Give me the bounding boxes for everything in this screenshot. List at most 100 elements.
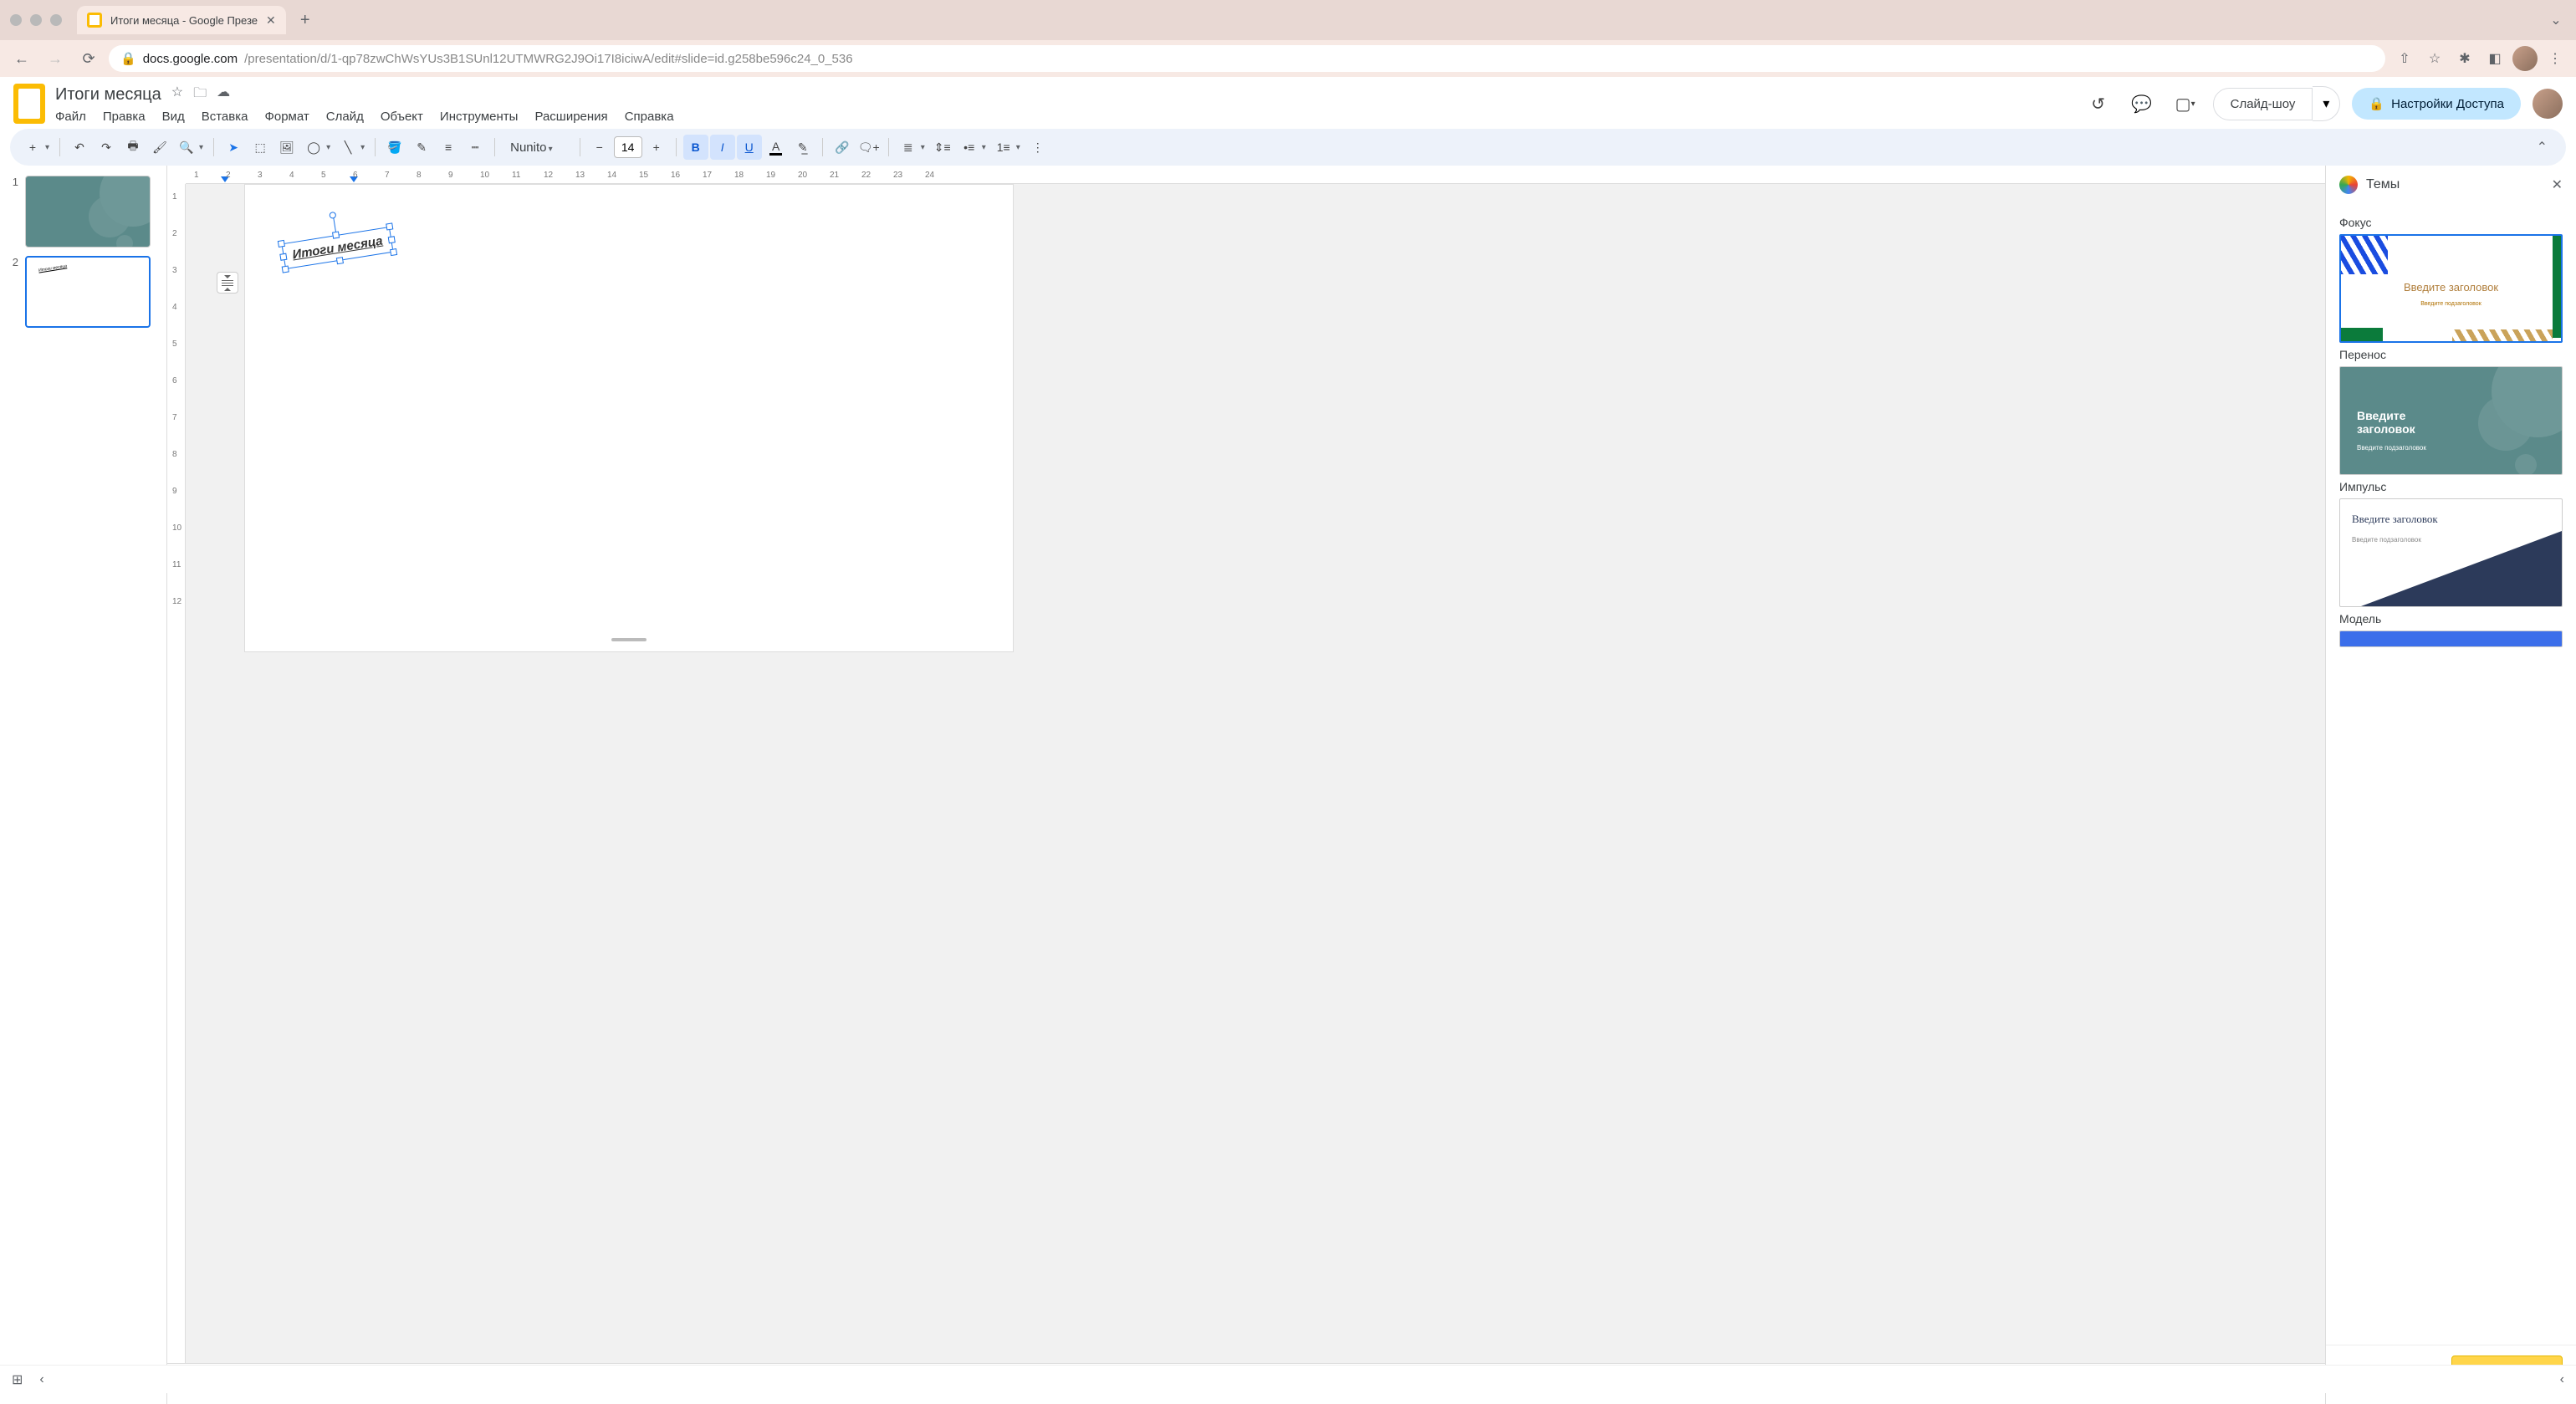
rotate-handle[interactable] — [329, 212, 336, 219]
new-tab-button[interactable]: + — [293, 8, 318, 33]
share-page-icon[interactable]: ⇧ — [2392, 46, 2417, 71]
profile-avatar[interactable] — [2512, 46, 2538, 71]
menu-slide[interactable]: Слайд — [326, 110, 364, 124]
slide-canvas[interactable]: Итоги месяца — [244, 184, 1014, 652]
menu-format[interactable]: Формат — [264, 110, 309, 124]
star-icon[interactable]: ☆ — [171, 84, 183, 106]
maximize-window-icon[interactable] — [50, 14, 62, 26]
cloud-status-icon[interactable]: ☁ — [217, 84, 230, 106]
slide-thumbnail-1[interactable] — [25, 176, 151, 248]
line-dropdown[interactable]: ▾ — [360, 143, 368, 152]
underline-button[interactable]: U — [737, 135, 762, 160]
zoom-dropdown[interactable]: ▾ — [199, 143, 207, 152]
paint-format-button[interactable]: 🖌 — [147, 135, 172, 160]
chrome-menu-icon[interactable]: ⋮ — [2543, 46, 2568, 71]
menu-object[interactable]: Объект — [381, 110, 423, 124]
insert-comment-button[interactable]: 🗨+ — [856, 135, 882, 160]
history-icon[interactable]: ↺ — [2083, 88, 2114, 120]
margin-tool-icon[interactable] — [217, 272, 238, 294]
select-tool[interactable]: ➤ — [221, 135, 246, 160]
textbox-tool[interactable]: ⬚ — [248, 135, 273, 160]
menu-extensions[interactable]: Расширения — [534, 110, 607, 124]
close-themes-icon[interactable]: ✕ — [2552, 176, 2563, 193]
theme-card-perenos[interactable]: Введите заголовок Введите подзаголовок — [2339, 366, 2563, 475]
bulleted-dropdown[interactable]: ▾ — [982, 143, 989, 152]
minimize-window-icon[interactable] — [30, 14, 42, 26]
menu-help[interactable]: Справка — [625, 110, 674, 124]
resize-handle-nw[interactable] — [278, 240, 285, 248]
increase-font-button[interactable]: + — [644, 135, 669, 160]
resize-handle-ne[interactable] — [386, 222, 393, 230]
menu-file[interactable]: Файл — [55, 110, 86, 124]
highlight-button[interactable]: ✎̲ — [790, 135, 815, 160]
numbered-list-button[interactable]: 1≡ — [991, 135, 1016, 160]
line-spacing-button[interactable]: ⇕≡ — [930, 135, 955, 160]
zoom-button[interactable]: 🔍 — [174, 135, 199, 160]
resize-handle-e[interactable] — [388, 236, 396, 243]
tabs-overflow-icon[interactable]: ⌄ — [2546, 10, 2566, 30]
menu-tools[interactable]: Инструменты — [440, 110, 519, 124]
close-window-icon[interactable] — [10, 14, 22, 26]
numbered-dropdown[interactable]: ▾ — [1016, 143, 1024, 152]
bulleted-list-button[interactable]: •≡ — [957, 135, 982, 160]
image-tool[interactable]: 🖼 — [274, 135, 299, 160]
slideshow-dropdown[interactable]: ▾ — [2313, 86, 2340, 121]
resize-handle-sw[interactable] — [282, 265, 289, 273]
menu-view[interactable]: Вид — [162, 110, 185, 124]
window-controls[interactable] — [10, 14, 77, 26]
menu-edit[interactable]: Правка — [103, 110, 146, 124]
text-color-button[interactable]: A — [764, 135, 789, 160]
font-family-select[interactable]: Nunito ▾ — [502, 140, 573, 155]
extensions-icon[interactable]: ✱ — [2452, 46, 2477, 71]
slide-resize-grip[interactable] — [611, 638, 647, 641]
slide-thumbnail-2[interactable]: Итоги месяца — [25, 256, 151, 328]
bookmark-icon[interactable]: ☆ — [2422, 46, 2447, 71]
resize-handle-se[interactable] — [390, 248, 397, 256]
collapse-toolbar-button[interactable]: ⌃ — [2528, 139, 2556, 156]
slides-logo-icon[interactable] — [13, 84, 45, 124]
share-button[interactable]: 🔒 Настройки Доступа — [2352, 88, 2521, 120]
resize-handle-n[interactable] — [332, 232, 340, 239]
line-tool[interactable]: ╲ — [335, 135, 360, 160]
selected-textbox[interactable]: Итоги месяца — [281, 227, 393, 269]
close-tab-icon[interactable]: ✕ — [266, 13, 276, 28]
forward-button[interactable]: → — [42, 45, 69, 72]
reload-button[interactable]: ⟳ — [75, 45, 102, 72]
horizontal-ruler[interactable]: 123456789101112131415161718192021222324 — [186, 166, 2325, 184]
account-avatar[interactable] — [2533, 89, 2563, 119]
resize-handle-w[interactable] — [279, 253, 287, 260]
collapse-filmstrip-icon[interactable]: ‹ — [39, 1372, 43, 1387]
bold-button[interactable]: B — [683, 135, 708, 160]
fill-color-button[interactable]: 🪣 — [382, 135, 407, 160]
menu-insert[interactable]: Вставка — [202, 110, 248, 124]
resize-handle-s[interactable] — [335, 257, 343, 264]
align-button[interactable]: ≣ — [896, 135, 921, 160]
redo-button[interactable]: ↷ — [94, 135, 119, 160]
meet-icon[interactable]: ▢▾ — [2170, 88, 2201, 120]
comments-icon[interactable]: 💬 — [2126, 88, 2158, 120]
print-button[interactable]: 🖶 — [120, 135, 146, 160]
browser-tab[interactable]: Итоги месяца - Google Презе ✕ — [77, 6, 286, 34]
slide-thumbnail-panel[interactable]: 1 2 Итоги месяца — [0, 166, 167, 1404]
theme-card-focus[interactable]: Введите заголовок Введите подзаголовок — [2339, 234, 2563, 343]
align-dropdown[interactable]: ▾ — [921, 143, 928, 152]
vertical-ruler[interactable]: 123456789101112 — [167, 184, 186, 1363]
border-color-button[interactable]: ✎ — [409, 135, 434, 160]
theme-card-model[interactable] — [2339, 631, 2563, 647]
font-size-input[interactable] — [614, 136, 642, 158]
decrease-font-button[interactable]: − — [587, 135, 612, 160]
insert-link-button[interactable]: 🔗 — [830, 135, 855, 160]
new-slide-dropdown[interactable]: ▾ — [45, 143, 53, 152]
sidepanel-icon[interactable]: ◧ — [2482, 46, 2507, 71]
back-button[interactable]: ← — [8, 45, 35, 72]
new-slide-button[interactable]: + — [20, 135, 45, 160]
right-sidebar-toggle-icon[interactable]: ‹ — [2560, 1372, 2564, 1387]
border-dash-button[interactable]: ┉ — [463, 135, 488, 160]
slideshow-button[interactable]: Слайд-шоу — [2213, 88, 2313, 120]
border-weight-button[interactable]: ≡ — [436, 135, 461, 160]
shape-tool[interactable]: ◯ — [301, 135, 326, 160]
shape-dropdown[interactable]: ▾ — [326, 143, 334, 152]
undo-button[interactable]: ↶ — [67, 135, 92, 160]
explore-icon[interactable]: ⊞ — [12, 1371, 23, 1388]
move-folder-icon[interactable]: 🗀 — [193, 84, 207, 106]
